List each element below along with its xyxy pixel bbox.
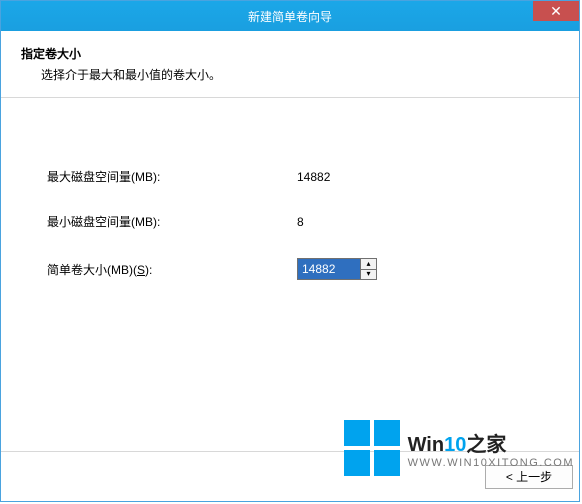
close-icon: ✕ [550, 4, 562, 18]
page-subheading: 选择介于最大和最小值的卷大小。 [41, 66, 559, 83]
page-heading: 指定卷大小 [21, 45, 559, 62]
volume-size-control: ▴ ▾ [297, 258, 377, 280]
wizard-window: 新建简单卷向导 ✕ 指定卷大小 选择介于最大和最小值的卷大小。 最大磁盘空间量(… [0, 0, 580, 502]
back-button[interactable]: < 上一步 [485, 465, 573, 489]
max-space-value: 14882 [297, 170, 330, 184]
min-space-label: 最小磁盘空间量(MB): [47, 213, 297, 230]
spinner-buttons: ▴ ▾ [360, 259, 376, 279]
spin-down-button[interactable]: ▾ [361, 270, 376, 280]
header-area: 指定卷大小 选择介于最大和最小值的卷大小。 [1, 31, 579, 97]
min-space-row: 最小磁盘空间量(MB): 8 [47, 213, 533, 230]
content-area: 最大磁盘空间量(MB): 14882 最小磁盘空间量(MB): 8 简单卷大小(… [1, 98, 579, 451]
max-space-row: 最大磁盘空间量(MB): 14882 [47, 168, 533, 185]
volume-size-label: 简单卷大小(MB)(S): [47, 261, 297, 278]
size-input[interactable] [298, 259, 360, 279]
close-button[interactable]: ✕ [533, 1, 579, 21]
size-label-prefix: 简单卷大小(MB)( [47, 263, 137, 277]
min-space-value: 8 [297, 215, 304, 229]
footer: < 上一步 [1, 451, 579, 501]
chevron-up-icon: ▴ [366, 260, 370, 268]
size-hotkey: S [137, 263, 145, 277]
size-spinner: ▴ ▾ [297, 258, 377, 280]
size-label-suffix: ): [145, 263, 152, 277]
spin-up-button[interactable]: ▴ [361, 259, 376, 270]
max-space-label: 最大磁盘空间量(MB): [47, 168, 297, 185]
chevron-down-icon: ▾ [366, 270, 370, 278]
titlebar: 新建简单卷向导 ✕ [1, 1, 579, 31]
volume-size-row: 简单卷大小(MB)(S): ▴ ▾ [47, 258, 533, 280]
window-title: 新建简单卷向导 [248, 8, 332, 25]
